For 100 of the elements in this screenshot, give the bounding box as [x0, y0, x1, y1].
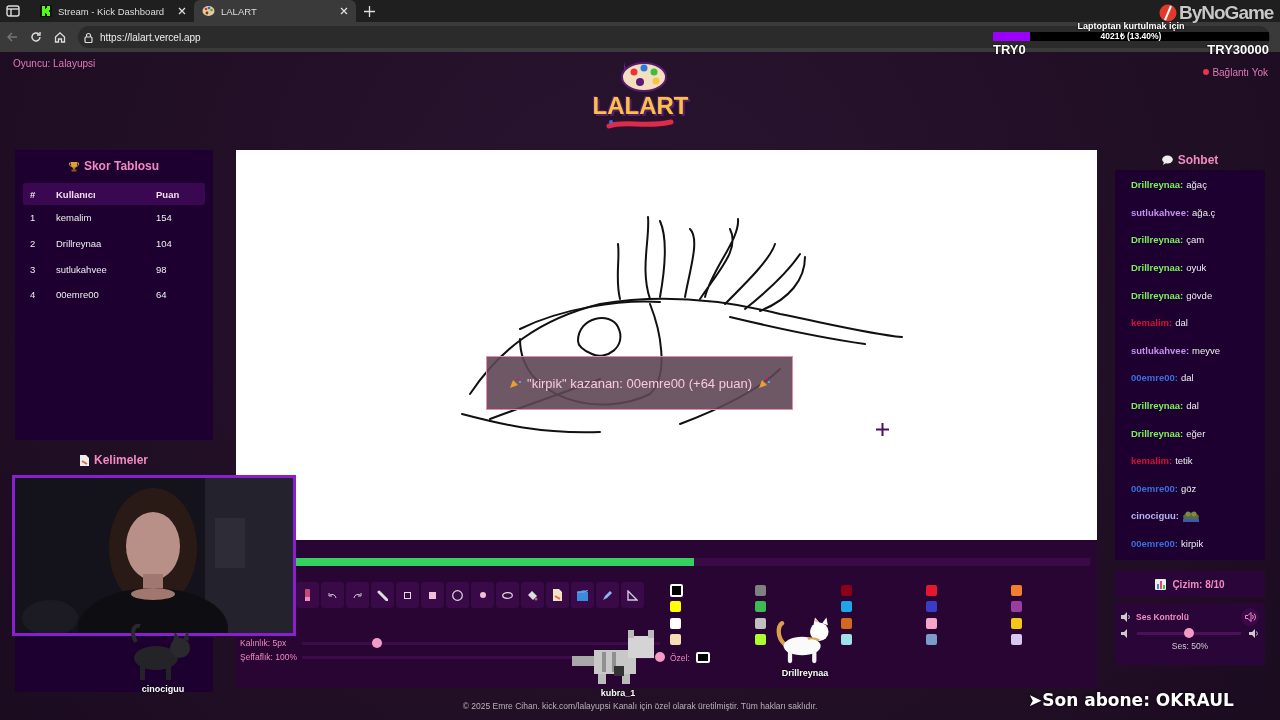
bucket-icon [527, 589, 538, 601]
browser-tab[interactable]: LALART [194, 0, 356, 22]
thickness-slider-thumb[interactable] [372, 637, 383, 648]
chat-username: cinociguu: [1131, 510, 1180, 522]
eraser-icon [305, 589, 310, 601]
chat-message: tetik [1175, 455, 1193, 467]
chat-message: ağa.ç [1192, 206, 1216, 218]
color-swatch[interactable] [925, 617, 937, 629]
color-swatch[interactable] [755, 617, 767, 629]
color-swatch[interactable] [755, 584, 767, 596]
connection-status: Bağlantı Yok [1212, 66, 1268, 78]
color-swatch[interactable] [1011, 601, 1023, 613]
color-swatch[interactable] [1011, 634, 1023, 646]
table-cell-text: sutlukahvee [56, 263, 108, 275]
chat-username: 00emre00: [1131, 482, 1178, 494]
chat-username: 00emre00: [1131, 372, 1178, 384]
color-swatch[interactable] [670, 617, 681, 629]
custom-color-label: Özel: [670, 652, 690, 663]
chat-username: kemalim: [1131, 317, 1173, 329]
pen-tool-button[interactable] [596, 582, 619, 608]
triangle-tool-button[interactable] [621, 582, 644, 608]
chat-username: 00emre00: [1131, 538, 1178, 549]
opacity-label: Şeffaflık: 100% [240, 652, 299, 662]
dot-tool-button[interactable] [471, 582, 494, 608]
chat-message: oyuk [1186, 262, 1207, 274]
chat-username: Drillreynaa: [1131, 179, 1184, 191]
eraser-tool-button[interactable] [296, 582, 319, 608]
table-cell-text: 104 [156, 238, 173, 250]
close-icon[interactable] [340, 7, 348, 15]
color-swatch[interactable] [840, 634, 852, 646]
column-header: # [30, 188, 37, 200]
bucket-tool-button[interactable] [521, 582, 544, 608]
color-swatch[interactable] [1011, 617, 1023, 629]
lock-icon [84, 31, 93, 43]
goal-amount: 4021₺ (13.40%) [1100, 32, 1162, 41]
opacity-slider-thumb[interactable] [655, 651, 665, 662]
color-swatch[interactable] [670, 601, 681, 613]
back-icon[interactable] [6, 31, 18, 43]
tab-actions-icon[interactable] [6, 5, 20, 17]
pet-name: kubra_1 [600, 688, 636, 698]
new-tab-icon[interactable] [364, 5, 375, 17]
chat-message: ağaç [1186, 179, 1207, 191]
player-label: Oyuncu: Lalayupsi [13, 58, 97, 71]
color-swatch[interactable] [670, 583, 683, 597]
dot-icon [479, 592, 486, 598]
page-tool-button[interactable] [546, 582, 569, 608]
chat-username: Drillreynaa: [1131, 427, 1184, 439]
pen-icon [602, 589, 613, 601]
volume-high-icon [1249, 629, 1259, 638]
chat-username: kemalim: [1131, 455, 1173, 467]
panel-title: Kelimeler [94, 453, 148, 467]
color-swatch[interactable] [925, 601, 937, 613]
color-swatch[interactable] [755, 601, 767, 613]
ellipse-icon [502, 591, 513, 599]
chat-message: çam [1186, 234, 1205, 246]
chat-message: eğer [1186, 427, 1206, 439]
chat-message: dal [1186, 400, 1199, 412]
filled-square-tool-button[interactable] [421, 582, 444, 608]
chat-message: dal [1181, 372, 1194, 384]
color-swatch[interactable] [755, 634, 767, 646]
custom-color-picker[interactable] [695, 652, 710, 663]
color-swatch[interactable] [840, 617, 852, 629]
chat-message: göz [1181, 482, 1197, 494]
panel-title: Skor Tablosu [83, 159, 160, 173]
trophy-icon [68, 160, 79, 172]
table-cell-text: 2 [30, 238, 37, 250]
table-cell-text: 154 [156, 212, 173, 224]
color-swatch[interactable] [840, 601, 852, 613]
volume-reading: Ses: 50% [1170, 641, 1210, 651]
color-swatch[interactable] [840, 584, 852, 596]
reload-icon[interactable] [30, 31, 42, 43]
last-subscriber-text: ➤Son abone: OKRAUL [1028, 690, 1234, 710]
square-icon [429, 591, 436, 599]
color-swatch[interactable] [670, 634, 681, 646]
line-tool-button[interactable] [371, 582, 394, 608]
browser-tab[interactable]: Stream - Kick Dashboard [32, 0, 194, 22]
square-tool-button[interactable] [396, 582, 419, 608]
table-cell-text: Drillreynaa [56, 238, 103, 250]
undo-tool-button[interactable] [321, 582, 344, 608]
cube-tool-button[interactable] [571, 582, 594, 608]
mute-button[interactable] [1241, 608, 1259, 626]
party-popper-icon [757, 377, 770, 389]
toast-text: "kirpik" kazanan: 00emre00 (+64 puan) [527, 375, 752, 391]
ellipse-tool-button[interactable] [496, 582, 519, 608]
table-cell-text: 4 [30, 289, 37, 301]
circle-tool-button[interactable] [446, 582, 469, 608]
speaker-icon [1244, 612, 1256, 622]
sound-title: Ses Kontrolü [1136, 612, 1190, 622]
color-swatch[interactable] [925, 634, 937, 646]
volume-slider-thumb[interactable] [1184, 628, 1194, 638]
color-swatch[interactable] [925, 584, 937, 596]
home-icon[interactable] [54, 31, 66, 43]
palette-icon [202, 5, 215, 17]
bar-chart-icon [1155, 578, 1167, 590]
color-swatch[interactable] [1011, 584, 1023, 596]
chat-username: sutlukahvee: [1131, 344, 1190, 356]
redo-tool-button[interactable] [346, 582, 369, 608]
drawing-canvas[interactable]: "kirpik" kazanan: 00emre00 (+64 puan) [236, 150, 1097, 540]
undo-icon [328, 591, 337, 599]
close-icon[interactable] [178, 7, 186, 15]
